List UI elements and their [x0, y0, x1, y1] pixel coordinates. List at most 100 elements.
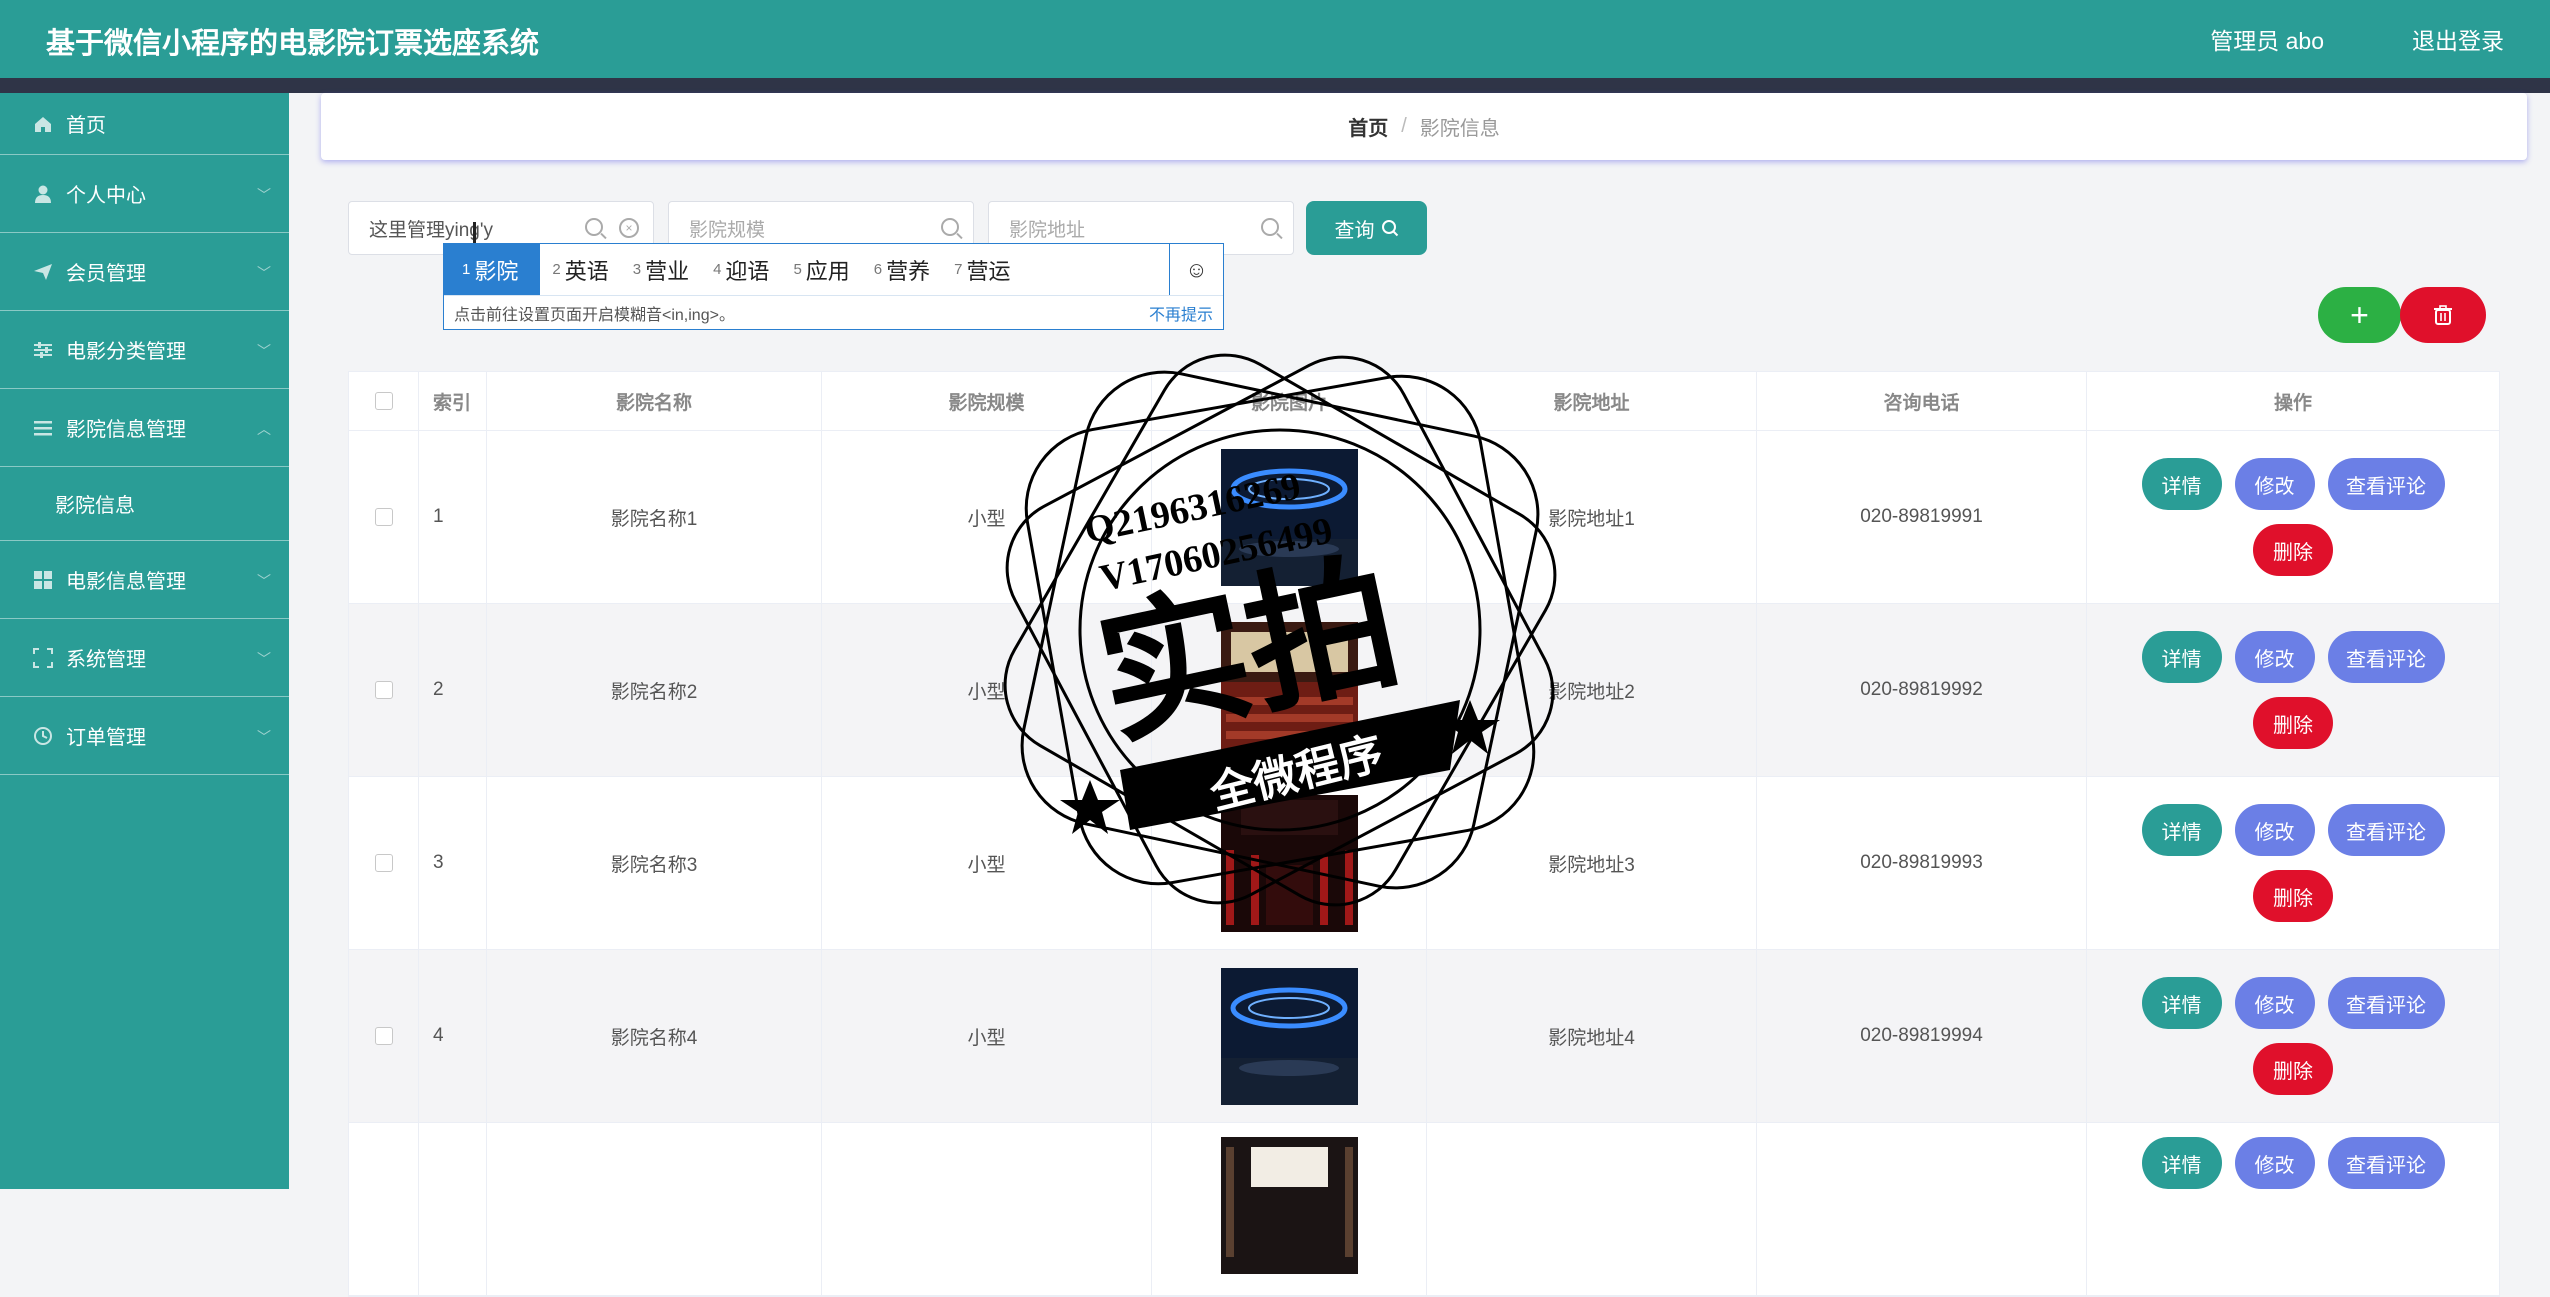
column-header: 影院名称 [487, 372, 822, 430]
sidebar-item-label: 系统管理 [66, 649, 146, 671]
plus-icon: + [2350, 296, 2369, 333]
cinema-image [1220, 448, 1358, 586]
cinema-table: 索引 影院名称 影院规模 影院图片 影院地址 咨询电话 操作 1 影院名称1 小… [348, 371, 2500, 1297]
clear-icon[interactable]: × [619, 218, 639, 238]
ime-candidate[interactable]: 2 英语 [540, 244, 620, 295]
ime-hint-text: 点击前往设置页面开启模糊音<in,ing>。 [454, 306, 735, 324]
ime-candidate[interactable]: 6 营养 [862, 244, 942, 295]
cinema-address: 影院地址4 [1427, 950, 1757, 1122]
sidebar-item-label: 电影信息管理 [66, 571, 186, 593]
cinema-phone: 020-89819993 [1757, 777, 2087, 949]
ime-candidate[interactable]: 7 营运 [942, 244, 1022, 295]
ime-candidate-list: 1 影院 2 英语 3 营业 4 迎语 5 应用 6 营养 7 营运 ☺ [444, 244, 1223, 296]
chevron-down-icon: ﹀ [257, 265, 271, 281]
search-input-placeholder: 影院地址 [1009, 219, 1086, 241]
top-bar: 基于微信小程序的电影院订票选座系统 管理员 abo 退出登录 [0, 0, 2550, 78]
table-row: 4 影院名称4 小型 影院地址4 020-89819994 详情 修改 查看评论… [349, 950, 2499, 1123]
sidebar-item-label: 订单管理 [66, 727, 146, 749]
sidebar-item-orders[interactable]: 订单管理 ﹀ [0, 697, 289, 775]
cinema-scale: 小型 [822, 950, 1152, 1122]
detail-button[interactable]: 详情 [2141, 1137, 2222, 1189]
ime-candidate[interactable]: 1 影院 [444, 244, 541, 295]
row-checkbox[interactable] [374, 681, 393, 699]
cinema-image [1220, 1137, 1358, 1274]
delete-button[interactable]: 删除 [2253, 1043, 2333, 1095]
detail-button[interactable]: 详情 [2141, 804, 2222, 856]
sidebar-item-label: 首页 [66, 115, 106, 137]
sidebar-item-label: 电影分类管理 [66, 341, 186, 363]
batch-delete-button[interactable] [2400, 287, 2486, 343]
cinema-address: 影院地址1 [1427, 431, 1757, 603]
sidebar-item-system[interactable]: 系统管理 ﹀ [0, 619, 289, 697]
chevron-down-icon: ﹀ [257, 573, 271, 589]
chevron-down-icon: ﹀ [257, 343, 271, 359]
row-index: 4 [419, 950, 487, 1122]
sidebar-item-members[interactable]: 会员管理 ﹀ [0, 233, 289, 311]
view-reviews-button[interactable]: 查看评论 [2327, 977, 2445, 1029]
search-icon [1381, 220, 1398, 237]
clock-icon [32, 725, 54, 747]
ime-candidate[interactable]: 5 应用 [781, 244, 861, 295]
edit-button[interactable]: 修改 [2234, 1137, 2315, 1189]
chevron-down-icon: ﹀ [257, 651, 271, 667]
edit-button[interactable]: 修改 [2234, 804, 2315, 856]
edit-button[interactable]: 修改 [2234, 977, 2315, 1029]
row-index: 1 [419, 431, 487, 603]
select-all-checkbox[interactable] [374, 392, 393, 410]
cinema-image [1220, 794, 1358, 932]
delete-button[interactable]: 删除 [2253, 524, 2333, 576]
sidebar-item-movie-category[interactable]: 电影分类管理 ﹀ [0, 311, 289, 389]
query-button[interactable]: 查询 [1306, 201, 1427, 255]
breadcrumb-separator: / [1401, 115, 1407, 137]
breadcrumb: 首页 / 影院信息 [321, 93, 2527, 160]
sidebar-item-home[interactable]: 首页 [0, 93, 289, 155]
row-index: 3 [419, 777, 487, 949]
row-checkbox[interactable] [374, 1027, 393, 1045]
column-header: 操作 [2273, 392, 2312, 414]
table-row: 详情 修改 查看评论 [349, 1123, 2499, 1296]
row-index: 2 [419, 604, 487, 776]
cinema-scale: 小型 [822, 777, 1152, 949]
sidebar-item-cinema-info[interactable]: 影院信息管理 ︿ [0, 389, 289, 467]
row-checkbox[interactable] [374, 854, 393, 872]
select-all-cell [349, 372, 419, 430]
cinema-phone: 020-89819992 [1757, 604, 2087, 776]
ime-dismiss-link[interactable]: 不再提示 [1149, 301, 1213, 325]
column-header: 影院地址 [1427, 372, 1757, 430]
ime-candidate[interactable]: 3 营业 [621, 244, 701, 295]
row-checkbox[interactable] [374, 508, 393, 526]
cinema-name [487, 1123, 822, 1295]
column-header: 影院图片 [1152, 372, 1427, 430]
delete-button[interactable]: 删除 [2253, 697, 2333, 749]
sidebar-item-movie-info[interactable]: 电影信息管理 ﹀ [0, 541, 289, 619]
view-reviews-button[interactable]: 查看评论 [2327, 804, 2445, 856]
edit-button[interactable]: 修改 [2234, 631, 2315, 683]
sidebar: 首页 个人中心 ﹀ 会员管理 ﹀ 电影分类管理 ﹀ 影院信息管理 ︿ 影院信息 … [0, 93, 289, 1189]
sidebar-item-personal[interactable]: 个人中心 ﹀ [0, 155, 289, 233]
cinema-scale [822, 1123, 1152, 1295]
delete-button[interactable]: 删除 [2253, 870, 2333, 922]
detail-button[interactable]: 详情 [2141, 458, 2222, 510]
view-reviews-button[interactable]: 查看评论 [2327, 1137, 2445, 1189]
cinema-phone: 020-89819991 [1757, 431, 2087, 603]
cinema-address: 影院地址3 [1427, 777, 1757, 949]
emoji-icon[interactable]: ☺ [1169, 244, 1223, 295]
query-button-label: 查询 [1334, 219, 1375, 242]
current-user: 管理员 abo [2210, 28, 2324, 54]
cinema-image [1220, 621, 1358, 759]
view-reviews-button[interactable]: 查看评论 [2327, 631, 2445, 683]
grid-icon [32, 569, 54, 591]
frame-icon [32, 647, 54, 669]
view-reviews-button[interactable]: 查看评论 [2327, 458, 2445, 510]
ime-candidate[interactable]: 4 迎语 [701, 244, 781, 295]
breadcrumb-home[interactable]: 首页 [1348, 112, 1388, 141]
detail-button[interactable]: 详情 [2141, 631, 2222, 683]
breadcrumb-current: 影院信息 [1419, 118, 1500, 140]
edit-button[interactable]: 修改 [2234, 458, 2315, 510]
add-button[interactable]: + [2318, 287, 2401, 343]
logout-link[interactable]: 退出登录 [2412, 22, 2504, 56]
sidebar-item-label: 影院信息管理 [66, 419, 186, 441]
sidebar-subitem-cinema[interactable]: 影院信息 [0, 467, 289, 541]
detail-button[interactable]: 详情 [2141, 977, 2222, 1029]
sidebar-item-label: 会员管理 [66, 263, 146, 285]
